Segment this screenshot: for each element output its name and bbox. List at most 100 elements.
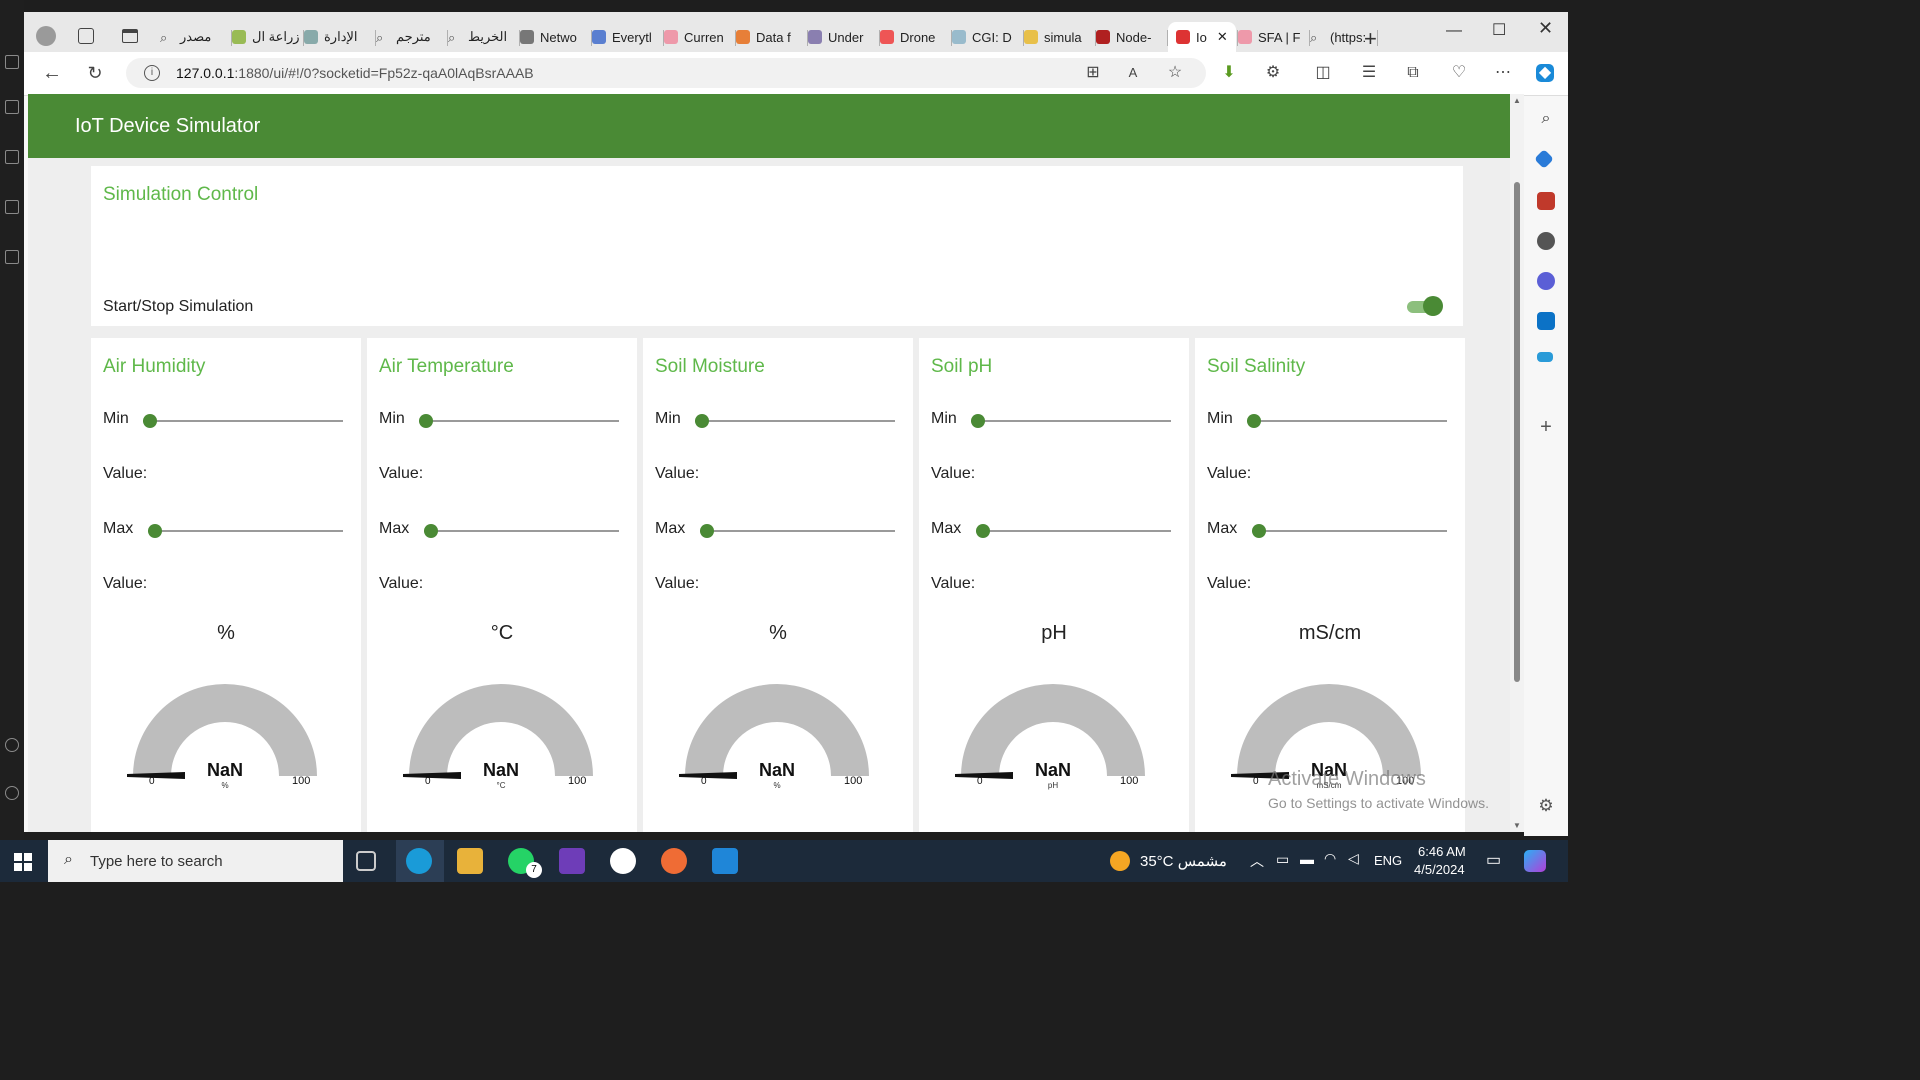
battery-icon[interactable]: ▬ [1300,851,1314,867]
max-slider[interactable] [700,524,895,538]
browser-tab[interactable]: زراعة ال [232,22,302,52]
sidebar-games-icon[interactable] [1537,232,1555,250]
more-menu-icon[interactable]: ⋯ [1494,64,1512,82]
weather-text[interactable]: 35°C مشمس [1140,852,1227,870]
new-tab-button[interactable]: + [1364,26,1377,52]
collections-icon[interactable]: ⧉ [1404,64,1422,82]
sidebar-add-icon[interactable]: + [1537,416,1555,438]
sidebar-search-icon[interactable]: ⌕ [1537,110,1555,128]
workspaces-icon[interactable] [78,28,94,44]
max-slider[interactable] [148,524,343,538]
clock-time[interactable]: 6:46 AM [1418,844,1466,859]
split-screen-icon[interactable]: ◫ [1314,64,1332,82]
browser-tab[interactable]: Node- [1096,22,1166,52]
copilot-icon[interactable]: ◆ [1536,64,1554,82]
sidebar-shopping-icon[interactable] [1534,149,1554,169]
minimize-button[interactable]: — [1446,22,1462,40]
max-slider-thumb[interactable] [700,524,714,538]
taskbar-search[interactable]: ⌕ Type here to search [48,840,343,882]
url-field[interactable]: i 127.0.0.1:1880/ui/#!/0?socketid=Fp52z-… [126,58,1206,88]
browser-tab[interactable]: Data f [736,22,806,52]
file-explorer-icon[interactable] [457,848,483,874]
task-view-icon[interactable] [356,851,376,871]
min-slider[interactable] [695,414,895,428]
site-info-icon[interactable]: i [144,65,160,81]
app-available-icon[interactable]: ⊞ [1084,64,1102,82]
favorite-star-icon[interactable]: ☆ [1166,64,1184,82]
browser-tab[interactable]: Drone [880,22,950,52]
edge-browser-icon[interactable] [406,848,432,874]
back-icon[interactable]: ← [42,63,62,83]
browser-tab[interactable]: ⌕ مصدر [160,22,230,52]
refresh-icon[interactable]: ↻ [86,64,104,82]
min-slider-thumb[interactable] [419,414,433,428]
tray-meet-icon[interactable]: ▭ [1276,851,1289,868]
max-slider-thumb[interactable] [976,524,990,538]
browser-tab[interactable]: Curren [664,22,734,52]
browser-tab[interactable]: CGI: D [952,22,1022,52]
browser-tab[interactable]: الإدارة [304,22,374,52]
max-label: Max [655,520,686,537]
min-slider-thumb[interactable] [143,414,157,428]
sidebar-settings-icon[interactable]: ⚙ [1537,796,1555,815]
max-slider[interactable] [1252,524,1447,538]
min-slider[interactable] [971,414,1171,428]
clock-date[interactable]: 4/5/2024 [1414,862,1465,877]
vscode-icon[interactable] [712,848,738,874]
visual-studio-icon[interactable] [559,848,585,874]
min-slider-thumb[interactable] [1247,414,1261,428]
volume-icon[interactable]: ◁ [1348,850,1359,867]
browser-tab[interactable]: Everytl [592,22,662,52]
max-slider[interactable] [424,524,619,538]
sidebar-outlook-icon[interactable] [1537,312,1555,330]
profile-avatar[interactable] [36,26,56,46]
min-slider-thumb[interactable] [695,414,709,428]
language-indicator[interactable]: ENG [1374,853,1402,868]
max-slider[interactable] [976,524,1171,538]
tab-actions-icon[interactable] [122,29,138,43]
read-aloud-icon[interactable]: A [1124,64,1142,82]
wifi-icon[interactable]: ◠ [1324,850,1336,867]
site-icon [232,30,246,44]
maximize-button[interactable]: ☐ [1492,20,1506,40]
start-stop-label: Start/Stop Simulation [103,298,254,315]
postman-icon[interactable] [661,848,687,874]
sensor-unit: pH [1041,622,1067,644]
copilot-taskbar-icon[interactable] [1524,850,1546,872]
address-bar: ← ↻ i 127.0.0.1:1880/ui/#!/0?socketid=Fp… [24,52,1568,96]
scrollbar-thumb[interactable] [1514,182,1520,682]
windows-start-icon[interactable] [14,853,32,871]
close-tab-icon[interactable]: ✕ [1217,29,1228,45]
sidebar-office-icon[interactable] [1537,272,1555,290]
browser-tab[interactable]: Netwo [520,22,590,52]
page-scrollbar[interactable]: ▲ ▼ [1510,94,1524,832]
close-window-button[interactable]: ✕ [1538,18,1553,39]
start-stop-toggle[interactable] [1407,296,1443,316]
favorites-icon[interactable]: ☰ [1360,64,1378,82]
browser-tab[interactable]: Io ✕ [1168,22,1236,52]
notifications-icon[interactable]: ▭ [1486,850,1501,870]
min-slider-thumb[interactable] [971,414,985,428]
max-slider-thumb[interactable] [1252,524,1266,538]
tray-chevron-icon[interactable]: ︿ [1250,851,1264,871]
browser-essentials-icon[interactable]: ♡ [1450,64,1468,82]
max-label: Max [1207,520,1238,537]
sidebar-send-icon[interactable] [1537,352,1553,362]
mongodb-compass-icon[interactable] [610,848,636,874]
max-slider-thumb[interactable] [424,524,438,538]
browser-tab[interactable]: ⌕ الخريط [448,22,518,52]
min-slider[interactable] [1247,414,1447,428]
sidebar-tools-icon[interactable] [1537,192,1555,210]
browser-tab[interactable]: ⌕ مترجم [376,22,446,52]
extensions-icon[interactable]: ⚙ [1264,64,1282,82]
weather-sun-icon[interactable] [1110,851,1130,871]
browser-tab[interactable]: simula [1024,22,1094,52]
min-slider[interactable] [143,414,343,428]
sensor-title: Air Temperature [379,356,514,377]
gauge-max: 100 [1120,775,1139,787]
browser-tab[interactable]: Under [808,22,878,52]
min-slider[interactable] [419,414,619,428]
browser-tab[interactable]: SFA | F [1238,22,1308,52]
download-extension-icon[interactable]: ⬇ [1220,64,1238,82]
max-slider-thumb[interactable] [148,524,162,538]
